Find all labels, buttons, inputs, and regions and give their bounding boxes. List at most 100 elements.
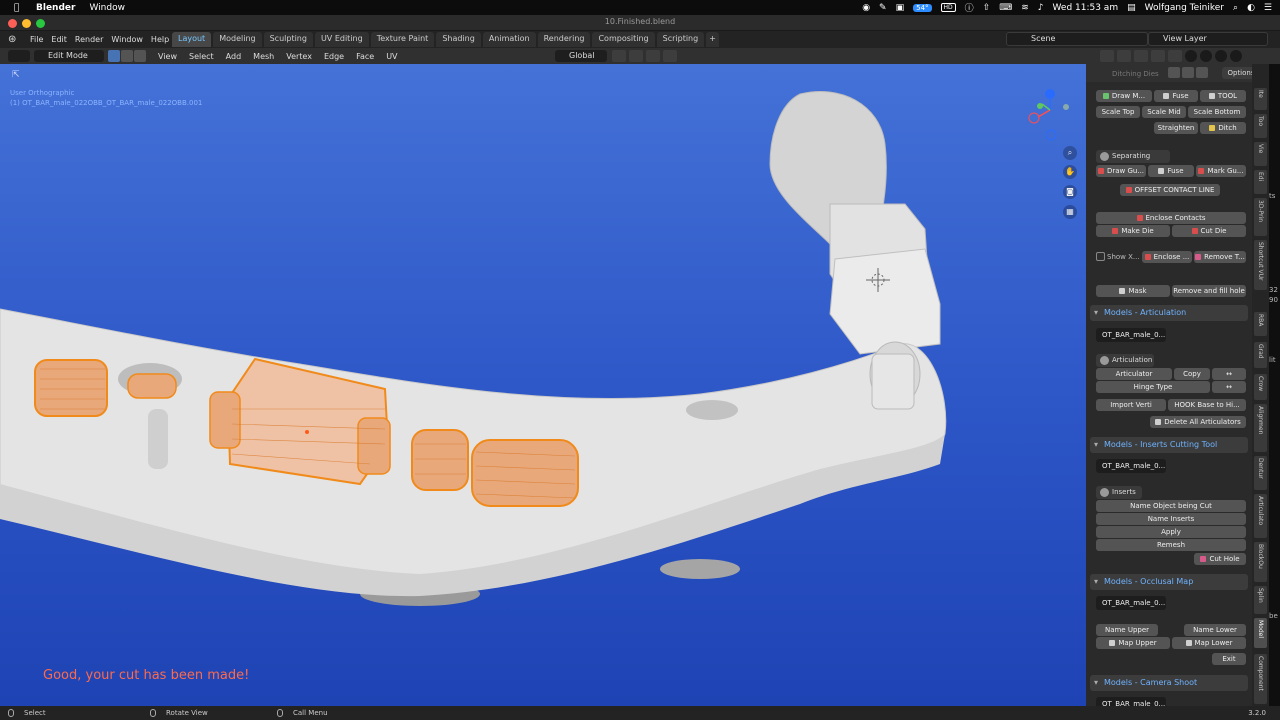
solid-shading-icon[interactable] bbox=[1200, 50, 1212, 62]
insert-cylinder[interactable] bbox=[357, 417, 391, 475]
articulator-button[interactable]: Articulator bbox=[1096, 368, 1172, 380]
hinge-arrows-button[interactable]: ↔ bbox=[1212, 381, 1246, 393]
header-toggle-icon[interactable] bbox=[1182, 67, 1194, 78]
tab-uv-editing[interactable]: UV Editing bbox=[314, 32, 369, 47]
record-icon[interactable]: ◉ bbox=[862, 3, 870, 13]
xray-icon[interactable] bbox=[1151, 50, 1165, 62]
vtab-view[interactable]: Vie bbox=[1254, 142, 1267, 166]
name-inserts-button[interactable]: Name Inserts bbox=[1096, 513, 1246, 525]
header-menu-add[interactable]: Add bbox=[226, 52, 242, 61]
info-icon[interactable]: ⓘ bbox=[965, 1, 974, 14]
gizmo-icon[interactable] bbox=[1117, 50, 1131, 62]
navigation-gizmo[interactable] bbox=[1028, 89, 1069, 141]
scale-mid-button[interactable]: Scale Mid bbox=[1142, 106, 1186, 118]
pan-hand-icon[interactable]: ✋ bbox=[1063, 165, 1077, 179]
wireframe-shading-icon[interactable] bbox=[1185, 50, 1197, 62]
mask-button[interactable]: Mask bbox=[1096, 285, 1170, 297]
name-lower-button[interactable]: Name Lower bbox=[1184, 624, 1246, 636]
edge-select-button[interactable] bbox=[121, 50, 133, 62]
section-models-camera-shoot[interactable]: Models - Camera Shoot bbox=[1090, 675, 1248, 691]
battery-badge[interactable]: 54° bbox=[913, 3, 932, 12]
visibility-icon[interactable] bbox=[1100, 50, 1114, 62]
header-toggle-icon[interactable] bbox=[1168, 67, 1180, 78]
offset-contact-line-button[interactable]: OFFSET CONTACT LINE bbox=[1120, 184, 1220, 196]
clock[interactable]: Wed 11:53 am bbox=[1053, 3, 1119, 13]
straighten-button[interactable]: Straighten bbox=[1154, 122, 1198, 134]
vtab-spline[interactable]: Splin bbox=[1254, 586, 1267, 614]
mode-selector[interactable]: Edit Mode bbox=[34, 50, 104, 62]
3d-viewport[interactable]: ⇱ User Orthographic (1) OT_BAR_male_022O… bbox=[0, 64, 1086, 706]
enclose-contacts-button[interactable]: Enclose Contacts bbox=[1096, 212, 1246, 224]
remesh-button[interactable]: Remesh bbox=[1096, 539, 1246, 551]
section-models-occlusal-map[interactable]: Models - Occlusal Map bbox=[1090, 574, 1248, 590]
menu-render[interactable]: Render bbox=[75, 35, 103, 44]
insert-cylinder[interactable] bbox=[209, 391, 241, 449]
user-name[interactable]: Wolfgang Teiniker bbox=[1145, 3, 1224, 13]
add-workspace-button[interactable]: + bbox=[706, 32, 719, 47]
occlusal-object-field[interactable]: OT_BAR_male_0... bbox=[1096, 596, 1166, 610]
screen-icon[interactable]: ▣ bbox=[896, 3, 905, 13]
zoom-icon[interactable]: ⌕ bbox=[1063, 146, 1077, 160]
menu-file[interactable]: File bbox=[30, 35, 43, 44]
menu-help[interactable]: Help bbox=[151, 35, 169, 44]
hook-base-button[interactable]: HOOK Base to Hi... bbox=[1168, 399, 1246, 411]
vtab-blockout[interactable]: BlockOu bbox=[1254, 542, 1267, 582]
vtab-articulator[interactable]: Articulato bbox=[1254, 494, 1267, 538]
ditch-button[interactable]: Ditch bbox=[1200, 122, 1246, 134]
map-upper-button[interactable]: Map Upper bbox=[1096, 637, 1170, 649]
editor-type-button[interactable] bbox=[8, 50, 30, 62]
snap-icon[interactable] bbox=[629, 50, 643, 62]
vtab-model[interactable]: Model bbox=[1254, 618, 1267, 648]
header-menu-uv[interactable]: UV bbox=[386, 52, 397, 61]
vtab-edit[interactable]: Edi bbox=[1254, 170, 1267, 194]
overlay-icon[interactable] bbox=[1134, 50, 1148, 62]
transform-orientation-selector[interactable]: Global bbox=[555, 50, 607, 62]
mac-menu-window[interactable]: Window bbox=[89, 3, 125, 13]
fuse-button[interactable]: Fuse bbox=[1154, 90, 1198, 102]
menu-icon[interactable]: ☰ bbox=[1264, 3, 1272, 13]
articulation-label[interactable]: Articulation bbox=[1096, 354, 1154, 367]
separating-fuse-button[interactable]: Fuse bbox=[1148, 165, 1194, 177]
name-upper-button[interactable]: Name Upper bbox=[1096, 624, 1158, 636]
vtab-rba[interactable]: RBA bbox=[1254, 312, 1267, 336]
tab-layout[interactable]: Layout bbox=[172, 32, 212, 47]
tab-modeling[interactable]: Modeling bbox=[213, 32, 262, 47]
header-menu-view[interactable]: View bbox=[158, 52, 177, 61]
map-lower-button[interactable]: Map Lower bbox=[1172, 637, 1246, 649]
inserts-label[interactable]: Inserts bbox=[1096, 486, 1142, 499]
header-menu-face[interactable]: Face bbox=[356, 52, 374, 61]
scale-top-button[interactable]: Scale Top bbox=[1096, 106, 1140, 118]
tool-button[interactable]: TOOL bbox=[1200, 90, 1246, 102]
header-menu-mesh[interactable]: Mesh bbox=[253, 52, 274, 61]
tab-animation[interactable]: Animation bbox=[482, 32, 536, 47]
upload-icon[interactable]: ⇧ bbox=[983, 3, 991, 13]
insert-cylinder[interactable] bbox=[411, 429, 469, 491]
apply-button[interactable]: Apply bbox=[1096, 526, 1246, 538]
blender-logo-icon[interactable]: ⊛ bbox=[8, 34, 22, 45]
volume-icon[interactable]: ♪ bbox=[1038, 3, 1044, 13]
rendered-shading-icon[interactable] bbox=[1230, 50, 1242, 62]
articulator-arrows-button[interactable]: ↔ bbox=[1212, 368, 1246, 380]
search-icon[interactable]: ⌕ bbox=[1233, 3, 1238, 13]
mesh-edit-overlay-icon[interactable] bbox=[1168, 50, 1182, 62]
cut-die-button[interactable]: Cut Die bbox=[1172, 225, 1246, 237]
keyboard-icon[interactable]: ⌨ bbox=[999, 3, 1012, 13]
name-object-being-cut-button[interactable]: Name Object being Cut bbox=[1096, 500, 1246, 512]
header-menu-vertex[interactable]: Vertex bbox=[286, 52, 312, 61]
mark-gu-button[interactable]: Mark Gu... bbox=[1196, 165, 1246, 177]
header-menu-edge[interactable]: Edge bbox=[324, 52, 344, 61]
app-menu-name[interactable]: Blender bbox=[36, 3, 75, 13]
vertex-select-button[interactable] bbox=[108, 50, 120, 62]
import-verti-button[interactable]: Import Verti bbox=[1096, 399, 1166, 411]
pen-icon[interactable]: ✎ bbox=[879, 3, 887, 13]
insert-cylinder[interactable] bbox=[34, 359, 108, 417]
tab-sculpting[interactable]: Sculpting bbox=[263, 32, 313, 47]
tab-shading[interactable]: Shading bbox=[436, 32, 481, 47]
wifi-icon[interactable]: ≋ bbox=[1021, 3, 1029, 13]
control-center-icon[interactable]: ◐ bbox=[1247, 3, 1255, 13]
header-menu-select[interactable]: Select bbox=[189, 52, 214, 61]
vtab-grad[interactable]: Grad bbox=[1254, 342, 1267, 368]
separating-teeth-label[interactable]: Separating Teeth bbox=[1096, 150, 1170, 173]
vtab-crown[interactable]: Crow bbox=[1254, 374, 1267, 400]
articulation-object-field[interactable]: OT_BAR_male_0... bbox=[1096, 328, 1166, 342]
